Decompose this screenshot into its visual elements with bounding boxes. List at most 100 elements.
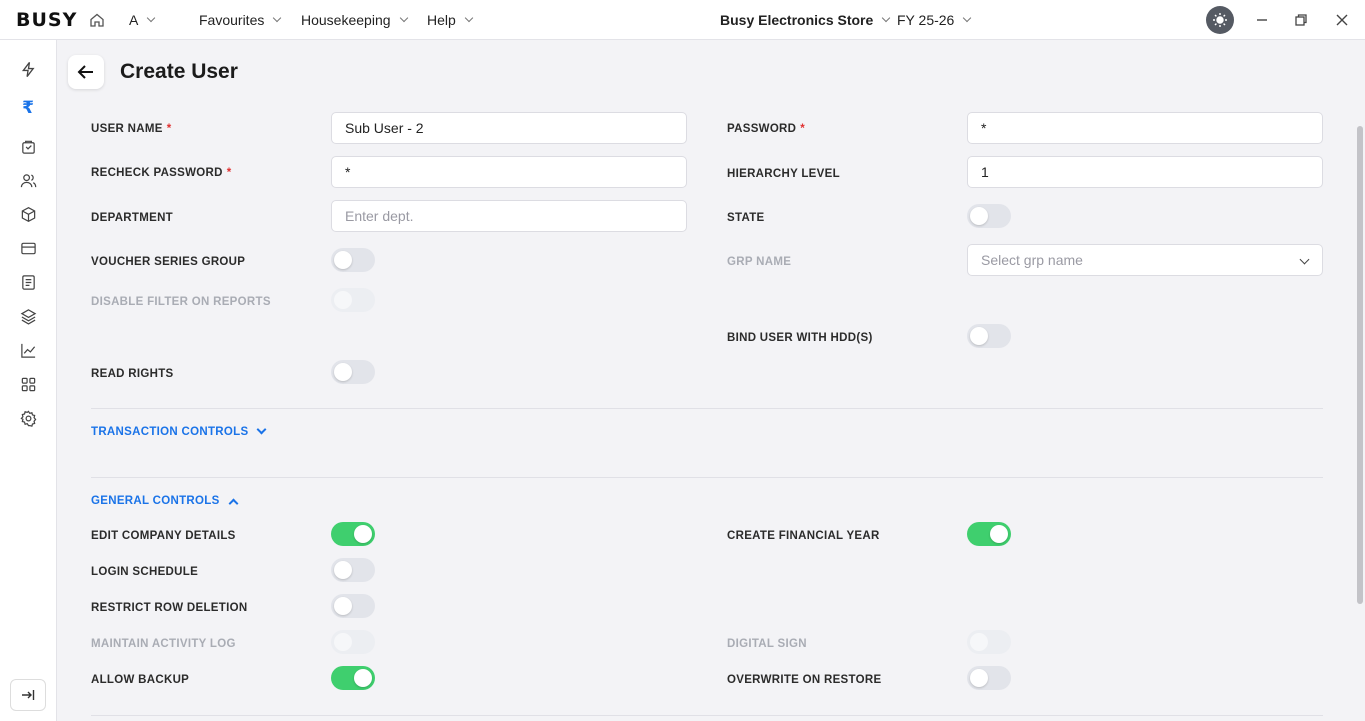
allow-backup-toggle[interactable] (331, 666, 375, 690)
sidebar-item-documents[interactable] (19, 273, 37, 291)
hierarchy-level-input[interactable]: 1 (967, 156, 1323, 188)
fiscal-year: FY 25-26 (897, 12, 955, 28)
chart-icon (20, 343, 35, 358)
restore-icon (1295, 14, 1307, 26)
sidebar-item-apps[interactable] (19, 375, 37, 393)
voucher-series-group-toggle[interactable] (331, 248, 375, 272)
sidebar-item-users[interactable] (19, 171, 37, 189)
sidebar: ₹ (0, 40, 57, 721)
document-icon (21, 274, 35, 290)
department-label: DEPARTMENT (91, 212, 174, 224)
chevron-down-icon (256, 424, 267, 435)
overwrite-on-restore-toggle[interactable] (967, 666, 1011, 690)
company-selector[interactable]: Busy Electronics Store (720, 0, 891, 40)
digital-sign-toggle (967, 630, 1011, 654)
restore-button[interactable] (1291, 10, 1311, 30)
menu-favourites[interactable]: Favourites (199, 0, 282, 40)
department-input[interactable]: Enter dept. (331, 200, 687, 232)
chevron-down-icon (963, 13, 972, 23)
edit-company-details-label: EDIT COMPANY DETAILS (91, 530, 236, 542)
create-financial-year-toggle[interactable] (967, 522, 1011, 546)
user-menu[interactable]: A (129, 0, 156, 40)
scrollbar[interactable] (1357, 126, 1363, 604)
back-button[interactable] (68, 55, 104, 89)
chevron-down-icon (273, 13, 282, 23)
password-input[interactable]: * (967, 112, 1323, 144)
sidebar-item-lightning[interactable] (19, 60, 37, 78)
close-button[interactable] (1332, 10, 1352, 30)
general-controls-section[interactable]: GENERAL CONTROLS (91, 495, 238, 508)
sidebar-item-accounts[interactable]: ₹ (19, 98, 37, 118)
busy-logo[interactable]: BUSY (16, 9, 77, 31)
sidebar-item-inventory[interactable] (19, 137, 37, 155)
menu-favourites-label: Favourites (199, 12, 265, 28)
minimize-icon (1257, 19, 1267, 21)
menu-housekeeping-label: Housekeeping (301, 12, 391, 28)
lightning-icon (21, 61, 35, 77)
restrict-row-deletion-toggle[interactable] (331, 594, 375, 618)
expand-right-icon (22, 690, 35, 700)
bag-icon (21, 140, 35, 154)
user-name-input[interactable]: Sub User - 2 (331, 112, 687, 144)
state-label: STATE (727, 212, 765, 224)
state-toggle[interactable] (967, 204, 1011, 228)
create-financial-year-label: CREATE FINANCIAL YEAR (727, 530, 880, 542)
read-rights-label: READ RIGHTS (91, 368, 174, 380)
fiscal-year-selector[interactable]: FY 25-26 (897, 0, 972, 40)
user-name-label: USER NAME * (91, 123, 172, 135)
disable-filter-toggle (331, 288, 375, 312)
overwrite-on-restore-label: OVERWRITE ON RESTORE (727, 674, 882, 686)
sidebar-item-payments[interactable] (19, 239, 37, 257)
chevron-down-icon (882, 13, 891, 23)
transaction-controls-section[interactable]: TRANSACTION CONTROLS (91, 424, 267, 438)
menu-housekeeping[interactable]: Housekeeping (301, 0, 408, 40)
disable-filter-label: DISABLE FILTER ON REPORTS (91, 296, 271, 308)
divider (91, 408, 1323, 409)
chevron-up-icon (228, 498, 238, 508)
menu-help-label: Help (427, 12, 456, 28)
card-icon (20, 242, 36, 254)
grp-name-label: GRP NAME (727, 256, 792, 268)
gear-icon (19, 410, 36, 427)
password-label: PASSWORD * (727, 123, 806, 135)
close-icon (1336, 14, 1348, 26)
voucher-series-group-label: VOUCHER SERIES GROUP (91, 256, 246, 268)
grid-icon (21, 377, 35, 391)
recheck-password-label: RECHECK PASSWORD * (91, 167, 232, 179)
layers-icon (20, 308, 36, 325)
bind-user-hdd-label: BIND USER WITH HDD(S) (727, 332, 873, 344)
maintain-activity-log-label: MAINTAIN ACTIVITY LOG (91, 638, 236, 650)
theme-toggle-button[interactable] (1206, 6, 1234, 34)
sidebar-item-settings[interactable] (19, 409, 37, 427)
rupee-icon: ₹ (22, 98, 34, 118)
recheck-password-input[interactable]: * (331, 156, 687, 188)
edit-company-details-toggle[interactable] (331, 522, 375, 546)
arrow-left-icon (77, 65, 93, 79)
chevron-down-icon (464, 13, 474, 23)
login-schedule-toggle[interactable] (331, 558, 375, 582)
divider (91, 715, 1323, 716)
sidebar-expand-button[interactable] (10, 679, 46, 711)
users-icon (20, 173, 36, 187)
sun-icon (1213, 13, 1227, 27)
read-rights-toggle[interactable] (331, 360, 375, 384)
restrict-row-deletion-label: RESTRICT ROW DELETION (91, 602, 248, 614)
menu-help[interactable]: Help (427, 0, 474, 40)
home-icon[interactable] (89, 12, 105, 28)
company-name: Busy Electronics Store (720, 12, 874, 28)
top-bar: BUSY A Favourites Housekeeping Help Busy… (0, 0, 1365, 40)
maintain-activity-log-toggle (331, 630, 375, 654)
minimize-button[interactable] (1252, 10, 1272, 30)
sidebar-item-products[interactable] (19, 205, 37, 223)
hierarchy-level-label: HIERARCHY LEVEL (727, 168, 840, 180)
sidebar-item-reports[interactable] (19, 341, 37, 359)
bind-user-hdd-toggle[interactable] (967, 324, 1011, 348)
divider (91, 477, 1323, 478)
login-schedule-label: LOGIN SCHEDULE (91, 566, 199, 578)
user-initial: A (129, 12, 139, 28)
grp-name-select[interactable]: Select grp name (967, 244, 1323, 276)
chevron-down-icon (147, 13, 156, 23)
sidebar-item-layers[interactable] (19, 307, 37, 325)
digital-sign-label: DIGITAL SIGN (727, 638, 807, 650)
allow-backup-label: ALLOW BACKUP (91, 674, 190, 686)
